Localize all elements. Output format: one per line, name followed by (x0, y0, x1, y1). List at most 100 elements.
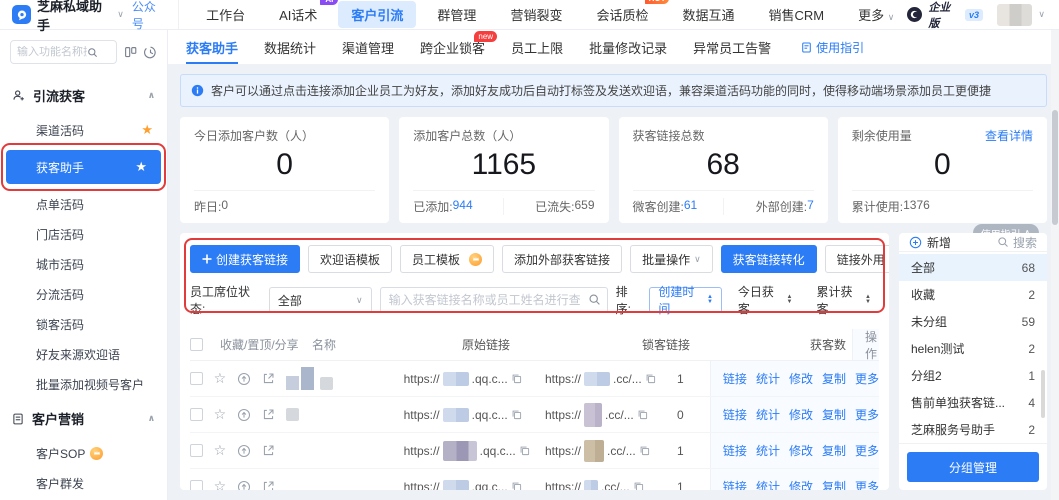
pin-top-icon[interactable] (237, 372, 251, 386)
link-external-use-button[interactable]: 链接外用 (825, 245, 889, 273)
view-details-link[interactable]: 查看详情 (985, 127, 1033, 144)
action-copy[interactable]: 复制 (822, 370, 846, 387)
sidebar-item-split-code[interactable]: 分流活码 (0, 279, 167, 309)
tab-batch-modify-records[interactable]: 批量修改记录 (589, 30, 667, 64)
sidebar-section-marketing[interactable]: 客户营销 ∧ (0, 399, 167, 438)
sidebar-item-customer-mass-send[interactable]: 客户群发 (0, 468, 167, 498)
staff-template-button[interactable]: 员工模板 (400, 245, 494, 273)
sort-create-time[interactable]: 创建时间▲▼ (649, 287, 722, 313)
action-stats[interactable]: 统计 (756, 370, 780, 387)
star-outline-icon[interactable]: ☆ (214, 370, 227, 387)
brand-chevron-down-icon[interactable]: ∨ (117, 9, 124, 20)
share-external-icon[interactable] (262, 408, 275, 421)
pin-top-icon[interactable] (237, 408, 251, 422)
group-search-button[interactable]: 搜索 (997, 234, 1037, 251)
action-more[interactable]: 更多 (855, 406, 879, 423)
copy-icon[interactable] (645, 373, 656, 384)
tab-cross-enterprise-lock[interactable]: 跨企业锁客new (420, 30, 485, 64)
share-external-icon[interactable] (262, 372, 275, 385)
nav-chat-inspection[interactable]: 会话质检HOT (583, 1, 661, 28)
nav-more[interactable]: 更多 ∨ (845, 1, 907, 28)
tab-data-statistics[interactable]: 数据统计 (264, 30, 316, 64)
group-item-ungrouped[interactable]: 未分组59 (899, 308, 1047, 335)
group-item-helen-test[interactable]: helen测试2 (899, 335, 1047, 362)
row-checkbox[interactable] (190, 480, 203, 490)
nav-workbench[interactable]: 工作台 (193, 1, 258, 28)
action-more[interactable]: 更多 (855, 442, 879, 459)
action-stats[interactable]: 统计 (756, 406, 780, 423)
tab-staff-limit[interactable]: 员工上限 (511, 30, 563, 64)
copy-icon[interactable] (511, 481, 522, 490)
nav-marketing-fission[interactable]: 营销裂变 (497, 1, 575, 28)
action-link[interactable]: 链接 (723, 406, 747, 423)
action-more[interactable]: 更多 (855, 370, 879, 387)
action-copy[interactable]: 复制 (822, 406, 846, 423)
action-edit[interactable]: 修改 (789, 370, 813, 387)
sidebar-item-customer-sop[interactable]: 客户SOP (0, 438, 167, 468)
tab-abnormal-staff-alert[interactable]: 异常员工告警 (693, 30, 771, 64)
action-edit[interactable]: 修改 (789, 442, 813, 459)
action-link[interactable]: 链接 (723, 370, 747, 387)
sidebar-search-input[interactable] (17, 46, 87, 58)
pin-top-icon[interactable] (237, 444, 251, 458)
tab-channel-management[interactable]: 渠道管理 (342, 30, 394, 64)
favorite-star-icon[interactable]: ★ (135, 159, 147, 175)
add-group-button[interactable]: 新增 (909, 234, 951, 251)
nav-ai-script[interactable]: AI话术AI (266, 1, 330, 28)
sort-today-acquired[interactable]: 今日获客▲▼ (730, 287, 801, 313)
nav-customer-acquisition[interactable]: 客户引流 (338, 1, 416, 28)
groups-scrollbar-thumb[interactable] (1041, 370, 1045, 418)
batch-operation-button[interactable]: 批量操作 ∨ (630, 245, 713, 273)
share-external-icon[interactable] (262, 480, 275, 490)
group-item-presale[interactable]: 售前单独获客链...4 (899, 389, 1047, 416)
sidebar-item-store-code[interactable]: 门店活码 (0, 219, 167, 249)
welcome-template-button[interactable]: 欢迎语模板 (308, 245, 392, 273)
user-chevron-down-icon[interactable]: ∨ (1038, 9, 1045, 20)
brand[interactable]: 芝麻私域助手 ∨ 公众号 (0, 0, 179, 29)
copy-icon[interactable] (633, 481, 644, 490)
copy-icon[interactable] (511, 409, 522, 420)
row-checkbox[interactable] (190, 444, 203, 457)
sidebar-section-acquisition[interactable]: 引流获客 ∧ (0, 76, 167, 115)
star-outline-icon[interactable]: ☆ (214, 442, 227, 459)
sort-total-acquired[interactable]: 累计获客▲▼ (808, 287, 879, 313)
group-item-favorites[interactable]: 收藏2 (899, 281, 1047, 308)
row-checkbox[interactable] (190, 408, 203, 421)
sidebar-search[interactable] (10, 40, 117, 64)
sidebar-item-channel-code[interactable]: 渠道活码 ★ (0, 115, 167, 145)
group-item-service-assistant[interactable]: 芝麻服务号助手2 (899, 416, 1047, 443)
link-search-input[interactable] (380, 287, 608, 313)
action-link[interactable]: 链接 (723, 478, 747, 490)
link-conversion-button[interactable]: 获客链接转化 (721, 245, 817, 273)
added-count-link[interactable]: 944 (453, 198, 473, 215)
avatar[interactable] (997, 4, 1032, 26)
group-item-all[interactable]: 全部68 (899, 254, 1047, 281)
add-external-link-button[interactable]: 添加外部获客链接 (502, 245, 622, 273)
sidebar-item-city-code[interactable]: 城市活码 (0, 249, 167, 279)
copy-icon[interactable] (519, 445, 530, 456)
usage-guide-link[interactable]: 使用指引 (801, 39, 864, 56)
copy-icon[interactable] (639, 445, 650, 456)
select-all-checkbox[interactable] (190, 338, 203, 351)
star-outline-icon[interactable]: ☆ (214, 406, 227, 423)
wk-created-link[interactable]: 61 (684, 198, 697, 215)
share-external-icon[interactable] (262, 444, 275, 457)
seat-status-select[interactable]: 全部 ∨ (269, 287, 372, 313)
row-checkbox[interactable] (190, 372, 203, 385)
external-created-link[interactable]: 7 (807, 198, 814, 215)
action-copy[interactable]: 复制 (822, 478, 846, 490)
action-edit[interactable]: 修改 (789, 478, 813, 490)
nav-group-management[interactable]: 群管理 (424, 1, 489, 28)
group-item-group2[interactable]: 分组21 (899, 362, 1047, 389)
sidebar-item-order-code[interactable]: 点单活码 (0, 189, 167, 219)
bookmark-icon[interactable] (124, 46, 137, 59)
action-link[interactable]: 链接 (723, 442, 747, 459)
sidebar-item-friend-source-welcome[interactable]: 好友来源欢迎语 (0, 339, 167, 369)
tab-acquisition-assistant[interactable]: 获客助手 (186, 30, 238, 64)
sidebar-item-lock-code[interactable]: 锁客活码 (0, 309, 167, 339)
copy-icon[interactable] (511, 373, 522, 384)
page-scrollbar-thumb[interactable] (1052, 110, 1058, 225)
account-type-link[interactable]: 公众号 (132, 0, 166, 32)
action-more[interactable]: 更多 (855, 478, 879, 490)
copy-icon[interactable] (637, 409, 648, 420)
